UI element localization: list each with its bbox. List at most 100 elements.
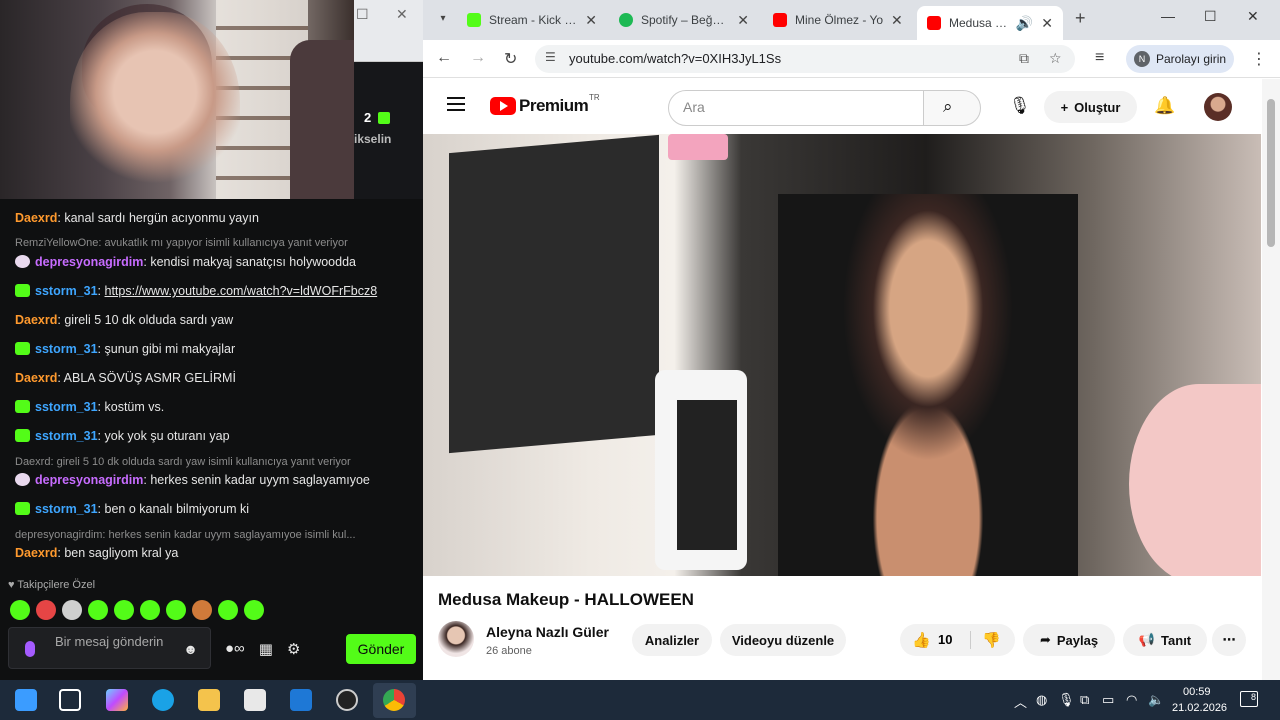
emote-icon[interactable] <box>244 600 264 620</box>
like-thumb-icon[interactable]: 👍 <box>912 631 931 649</box>
chat-username[interactable]: sstorm_31 <box>35 400 98 414</box>
chrome-menu-icon[interactable]: ⋮ <box>1251 49 1267 69</box>
account-avatar[interactable] <box>1204 93 1232 121</box>
channel-name[interactable]: Aleyna Nazlı Güler <box>486 624 609 640</box>
store-icon[interactable]: ▦ <box>259 640 273 658</box>
windows-start-icon[interactable] <box>15 689 37 711</box>
close-icon[interactable]: ✕ <box>396 6 408 23</box>
emoji-picker-icon[interactable]: ☻ <box>183 641 198 657</box>
media-controls-icon[interactable]: ≡ <box>1095 49 1104 67</box>
audio-playing-icon[interactable]: 🔊 <box>1016 15 1033 32</box>
video-player[interactable] <box>423 134 1261 576</box>
close-tab-icon[interactable]: ✕ <box>891 12 903 29</box>
notifications-bell-icon[interactable]: 🔔 <box>1154 96 1175 116</box>
battery-icon[interactable]: ▭ <box>1102 692 1114 708</box>
chat-username[interactable]: Daexrd <box>15 546 57 560</box>
reply-context[interactable]: RemziYellowOne: avukatlık mı yapıyor isi… <box>15 237 410 249</box>
tray-app-icon[interactable]: ◍ <box>1036 692 1047 708</box>
obs-icon[interactable] <box>336 689 358 711</box>
emote-icon[interactable] <box>140 600 160 620</box>
chat-username[interactable]: sstorm_31 <box>35 429 98 443</box>
chat-username[interactable]: Daexrd <box>15 211 57 225</box>
emote-icon[interactable] <box>192 600 212 620</box>
reload-icon[interactable]: ↻ <box>504 49 517 69</box>
microphone-icon[interactable] <box>25 641 35 657</box>
chat-username[interactable]: sstorm_31 <box>35 502 98 516</box>
file-explorer-icon[interactable] <box>198 689 220 711</box>
site-settings-icon[interactable]: ☰ <box>545 50 556 64</box>
infinity-emotes-icon[interactable]: ●∞ <box>225 640 245 658</box>
emote-icon[interactable] <box>88 600 108 620</box>
chat-message-input[interactable]: Bir mesaj gönderin ☻ <box>8 627 211 669</box>
show-hidden-icons-chevron-icon[interactable]: ︿ <box>1014 692 1027 711</box>
maximize-icon[interactable]: ☐ <box>1204 8 1217 25</box>
maximize-icon[interactable]: ☐ <box>356 6 369 23</box>
outlook-icon[interactable] <box>290 689 312 711</box>
close-window-icon[interactable]: ✕ <box>1247 8 1259 25</box>
tab-kick[interactable]: Stream - Kick Da ✕ <box>467 6 597 34</box>
voice-search-mic-icon[interactable]: 🎙 <box>1009 96 1031 116</box>
youtube-logo-icon[interactable] <box>490 97 516 115</box>
share-button[interactable]: ➦ Paylaş <box>1023 624 1115 656</box>
password-chip-label: Parolayı girin <box>1156 52 1227 66</box>
clock-date[interactable]: 21.02.2026 <box>1172 702 1227 714</box>
emote-icon[interactable] <box>114 600 134 620</box>
close-tab-icon[interactable]: ✕ <box>585 12 597 29</box>
chat-username[interactable]: Daexrd <box>15 313 57 327</box>
youtube-search-input[interactable]: Ara <box>668 90 924 126</box>
chrome-taskbar-button[interactable] <box>373 683 416 718</box>
channel-avatar[interactable] <box>438 621 474 657</box>
new-tab-plus-icon[interactable]: + <box>1075 8 1086 29</box>
reply-context[interactable]: Daexrd: gireli 5 10 dk olduda sardı yaw … <box>15 456 410 468</box>
emote-icon[interactable] <box>62 600 82 620</box>
forward-arrow-icon[interactable]: → <box>470 49 486 67</box>
hamburger-menu-icon[interactable] <box>447 97 465 111</box>
settings-gear-icon[interactable]: ⚙ <box>287 640 300 658</box>
send-button[interactable]: Gönder <box>346 634 416 664</box>
close-tab-icon[interactable]: ✕ <box>737 12 749 29</box>
chat-username[interactable]: sstorm_31 <box>35 342 98 356</box>
close-tab-icon[interactable]: ✕ <box>1041 15 1053 32</box>
emote-icon[interactable] <box>36 600 56 620</box>
volume-icon[interactable]: 🔈 <box>1148 692 1164 708</box>
edit-video-button[interactable]: Videoyu düzenle <box>720 624 846 656</box>
notification-center-icon[interactable]: 8 <box>1240 691 1258 707</box>
minimize-icon[interactable]: — <box>1161 8 1175 24</box>
install-app-icon[interactable]: ⧉ <box>1019 50 1029 67</box>
emote-icon[interactable] <box>166 600 186 620</box>
chat-message-list[interactable]: Daexrd: kanal sardı hergün acıyonmu yayı… <box>0 204 420 576</box>
clock-time[interactable]: 00:59 <box>1183 686 1211 698</box>
tab-search-chevron-icon[interactable]: ▾ <box>431 8 455 30</box>
capture-tray-icon[interactable]: ⧉ <box>1080 692 1089 708</box>
emote-icon[interactable] <box>218 600 238 620</box>
analytics-button[interactable]: Analizler <box>632 624 712 656</box>
copilot-icon[interactable] <box>106 689 128 711</box>
promote-button[interactable]: 📢 Tanıt <box>1123 624 1207 656</box>
chat-username[interactable]: depresyonagirdim <box>35 473 143 487</box>
chat-username[interactable]: sstorm_31 <box>35 284 98 298</box>
tab-mine-olmez[interactable]: Mine Ölmez - Yo ✕ <box>773 6 905 34</box>
wifi-icon[interactable]: ◠ <box>1126 692 1137 708</box>
tab-spotify[interactable]: Spotify – Beğenil ✕ <box>619 6 749 34</box>
tab-medusa-makeup[interactable]: Medusa Mak 🔊 ✕ <box>917 6 1063 40</box>
youtube-premium-brand[interactable]: Premium <box>519 96 589 116</box>
dislike-thumb-icon[interactable]: 👎 <box>982 631 1001 649</box>
edge-icon[interactable] <box>152 689 174 711</box>
scrollbar-thumb[interactable] <box>1267 99 1275 247</box>
search-button[interactable]: ⌕ <box>923 90 981 126</box>
address-bar[interactable]: ☰ youtube.com/watch?v=0XIH3JyL1Ss ⧉ ☆ <box>535 45 1075 73</box>
microsoft-store-icon[interactable] <box>244 689 266 711</box>
bookmark-star-icon[interactable]: ☆ <box>1049 50 1062 67</box>
microphone-tray-icon[interactable]: 🎙 <box>1058 692 1075 708</box>
more-actions-icon[interactable]: ⋯ <box>1212 624 1246 656</box>
create-button[interactable]: + Oluştur <box>1044 91 1137 123</box>
task-view-icon[interactable] <box>59 689 81 711</box>
chat-username[interactable]: Daexrd <box>15 371 57 385</box>
reply-context[interactable]: depresyonagirdim: herkes senin kadar uyy… <box>15 529 410 541</box>
emote-icon[interactable] <box>10 600 30 620</box>
back-arrow-icon[interactable]: ← <box>436 49 452 67</box>
password-manager-chip[interactable]: N Parolayı girin <box>1126 45 1234 73</box>
chat-link[interactable]: https://www.youtube.com/watch?v=ldWOFrFb… <box>105 284 378 298</box>
chat-username[interactable]: depresyonagirdim <box>35 255 143 269</box>
page-scrollbar[interactable] <box>1262 79 1280 680</box>
